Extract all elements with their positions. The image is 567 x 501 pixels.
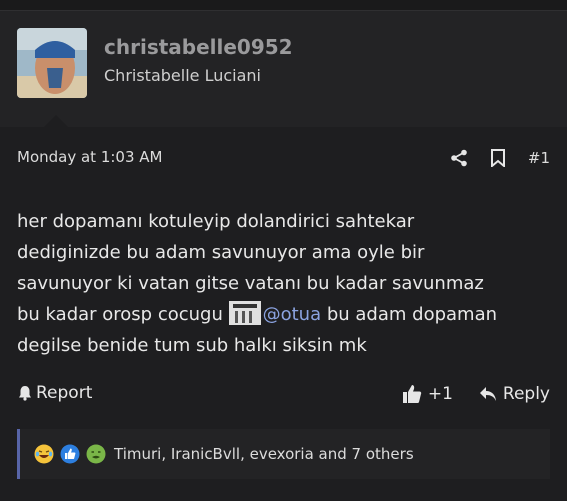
post-meta: Monday at 1:03 AM #1 (17, 146, 550, 170)
post-card: christabelle0952 Christabelle Luciani Mo… (0, 10, 567, 501)
avatar[interactable] (17, 28, 87, 98)
thumbs-up-emoji-icon (60, 444, 80, 464)
post-actions: Report +1 Reply (17, 381, 550, 407)
post-line: bu kadar orosp cocugu @otua bu adam dopa… (17, 299, 547, 330)
laughing-emoji-icon (34, 444, 54, 464)
reactions-bar[interactable]: Timuri, IranicBvll, evexoria and 7 other… (17, 429, 550, 479)
post-number[interactable]: #1 (528, 149, 550, 167)
thumbs-up-icon (402, 385, 422, 403)
mention-avatar-image (228, 301, 261, 325)
reply-label: Reply (502, 384, 550, 404)
header-pointer (44, 115, 68, 127)
post-line: dediginizde bu adam savunuyor ama oyle b… (17, 242, 425, 263)
like-button[interactable]: +1 (402, 384, 453, 404)
post-header: christabelle0952 Christabelle Luciani (0, 11, 567, 127)
post-meta-icons: #1 (428, 146, 550, 170)
real-name: Christabelle Luciani (104, 66, 261, 85)
post-line: savunuyor ki vatan gitse vatanı bu kadar… (17, 273, 484, 294)
reply-button[interactable]: Reply (479, 384, 550, 404)
reactions-summary[interactable]: Timuri, IranicBvll, evexoria and 7 other… (114, 445, 414, 463)
reply-icon (479, 387, 496, 401)
post-text: bu kadar orosp cocugu (17, 304, 229, 325)
sick-emoji-icon (86, 444, 106, 464)
report-button[interactable]: Report (17, 383, 92, 403)
username[interactable]: christabelle0952 (104, 35, 293, 59)
post-line: degilse benide tum sub halkı siksin mk (17, 335, 367, 356)
post-actions-right: +1 Reply (402, 381, 550, 407)
report-label: Report (36, 383, 93, 403)
bookmark-icon[interactable] (490, 149, 506, 167)
bell-icon (19, 386, 31, 401)
post-text: bu adam dopaman (321, 304, 498, 325)
user-mention-link[interactable]: @otua (263, 304, 322, 325)
post-line: her dopamanı kotuleyip dolandirici sahte… (17, 211, 415, 232)
share-icon[interactable] (450, 149, 468, 167)
post-body: her dopamanı kotuleyip dolandirici sahte… (17, 206, 547, 361)
like-count: +1 (427, 384, 453, 404)
post-date[interactable]: Monday at 1:03 AM (17, 148, 162, 166)
